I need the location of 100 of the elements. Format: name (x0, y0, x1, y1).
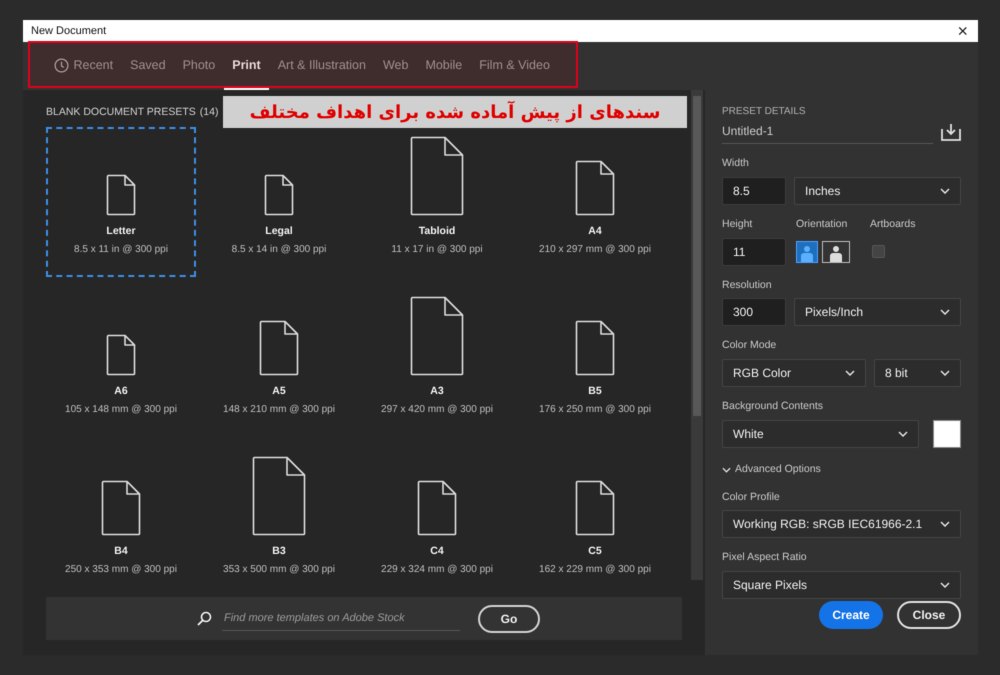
checkbox[interactable] (872, 245, 885, 258)
tab[interactable]: Saved (122, 42, 174, 90)
document-icon (575, 480, 615, 536)
preset-size: 11 x 17 in @ 300 ppi (391, 243, 483, 258)
preset-name: A6 (114, 384, 128, 399)
preset-tile[interactable]: B5 176 x 250 mm @ 300 ppi (520, 287, 670, 438)
preset-size: 162 x 229 mm @ 300 ppi (539, 563, 651, 578)
preset-name: C4 (430, 544, 444, 559)
preset-tile[interactable]: A3 297 x 420 mm @ 300 ppi (362, 287, 512, 438)
tab[interactable]: Print (224, 42, 270, 90)
preset-size: 8.5 x 11 in @ 300 ppi (74, 243, 168, 258)
field-label: Pixel Aspect Ratio (722, 550, 808, 566)
preset-name: B3 (272, 544, 286, 559)
preset-tile[interactable]: A4 210 x 297 mm @ 300 ppi (520, 127, 670, 278)
field-label: Background Contents (722, 399, 824, 414)
search-field[interactable]: Find more templates on Adobe Stock (222, 606, 460, 632)
document-icon (264, 174, 294, 216)
tab[interactable]: Art & Illustration (269, 42, 374, 90)
preset-size: 8.5 x 14 in @ 300 ppi (232, 243, 326, 258)
chevron-down-icon (940, 309, 950, 316)
go-button[interactable]: Go (478, 604, 540, 633)
dropdown[interactable]: 8 bit (874, 359, 961, 387)
preset-name: B5 (588, 384, 602, 399)
document-icon (106, 174, 136, 216)
chevron-down-icon (898, 430, 908, 437)
save-icon[interactable] (941, 122, 961, 140)
tab[interactable]: Mobile (416, 42, 471, 90)
preset-count: (14) (200, 105, 218, 120)
preset-size: 176 x 250 mm @ 300 ppi (539, 403, 651, 418)
preset-size: 229 x 324 mm @ 300 ppi (381, 563, 493, 578)
chevron-down-icon (722, 466, 731, 473)
dropdown[interactable]: Pixels/Inch (794, 298, 961, 326)
landscape-button[interactable] (822, 240, 850, 262)
preset-name: A4 (588, 224, 602, 239)
preset-name: A3 (430, 384, 444, 399)
dropdown[interactable]: RGB Color (722, 359, 866, 387)
tab[interactable]: Film & Video (470, 42, 558, 90)
document-icon (410, 136, 464, 216)
preset-size: 250 x 353 mm @ 300 ppi (65, 563, 177, 578)
tab[interactable]: Photo (174, 42, 224, 90)
preset-tile[interactable]: B3 353 x 500 mm @ 300 ppi (204, 447, 354, 598)
close-button[interactable]: Close (897, 601, 961, 629)
field-label: Color Mode (722, 338, 778, 354)
preset-name: C5 (588, 544, 602, 559)
scrollbar-thumb[interactable] (693, 96, 701, 416)
chevron-down-icon (940, 370, 950, 376)
preset-tile[interactable]: C4 229 x 324 mm @ 300 ppi (362, 447, 512, 598)
preset-tile[interactable]: B4 250 x 353 mm @ 300 ppi (46, 447, 196, 598)
person-icon (800, 244, 814, 262)
tab[interactable]: Recent (45, 42, 122, 90)
number-field[interactable]: 11 (722, 238, 786, 266)
document-icon (410, 296, 464, 376)
field-label: Height (722, 216, 754, 232)
preset-tile[interactable]: A6 105 x 148 mm @ 300 ppi (46, 287, 196, 438)
chevron-down-icon (845, 370, 855, 376)
dropdown[interactable]: Inches (794, 176, 961, 205)
person-icon (829, 244, 843, 262)
preset-name: B4 (114, 544, 128, 559)
callout-banner: سندهای از پیش آماده شده برای اهداف مختلف (223, 96, 687, 128)
chevron-down-icon (940, 521, 950, 528)
section-heading: PRESET DETAILS (722, 105, 807, 119)
close-button[interactable]: × (955, 22, 970, 40)
name-field[interactable]: Untitled-1 (722, 119, 933, 144)
document-icon (101, 480, 141, 536)
preset-tile[interactable]: Tabloid 11 x 17 in @ 300 ppi (362, 127, 512, 278)
preset-tile[interactable]: Letter 8.5 x 11 in @ 300 ppi (46, 127, 196, 278)
number-field[interactable]: 8.5 (722, 176, 786, 205)
color-swatch[interactable] (933, 420, 961, 448)
preset-name: Legal (265, 224, 293, 239)
field-label: Artboards (870, 216, 916, 232)
preset-tile[interactable]: C5 162 x 229 mm @ 300 ppi (520, 447, 670, 598)
document-icon (252, 456, 306, 536)
tab[interactable]: Web (374, 42, 417, 90)
field-label: Orientation (796, 216, 848, 232)
scrollbar[interactable] (691, 90, 703, 580)
document-icon (106, 334, 136, 376)
document-icon (575, 320, 615, 376)
dropdown[interactable]: Square Pixels (722, 571, 961, 599)
search-icon (196, 610, 212, 627)
dropdown[interactable]: White (722, 420, 919, 448)
field-label: Color Profile (722, 490, 781, 504)
preset-tile[interactable]: A5 148 x 210 mm @ 300 ppi (204, 287, 354, 438)
chevron-down-icon (940, 188, 950, 194)
portrait-button[interactable] (796, 240, 818, 262)
clock-icon (54, 58, 68, 72)
create-button[interactable]: Create (819, 601, 883, 629)
preset-size: 148 x 210 mm @ 300 ppi (223, 403, 335, 418)
preset-name: Letter (106, 224, 136, 239)
document-icon (259, 320, 299, 376)
preset-size: 105 x 148 mm @ 300 ppi (65, 403, 177, 418)
section-heading: BLANK DOCUMENT PRESETS (46, 105, 196, 120)
dropdown[interactable]: Working RGB: sRGB IEC61966-2.1 (722, 510, 961, 538)
preset-size: 297 x 420 mm @ 300 ppi (381, 403, 493, 418)
preset-tile[interactable]: Legal 8.5 x 14 in @ 300 ppi (204, 127, 354, 278)
preset-name: A5 (272, 384, 286, 399)
preset-name: Tabloid (418, 224, 456, 239)
field-label: Resolution (722, 278, 773, 292)
disclosure-toggle[interactable]: Advanced Options (722, 462, 961, 478)
number-field[interactable]: 300 (722, 298, 786, 326)
preset-size: 210 x 297 mm @ 300 ppi (539, 243, 651, 258)
